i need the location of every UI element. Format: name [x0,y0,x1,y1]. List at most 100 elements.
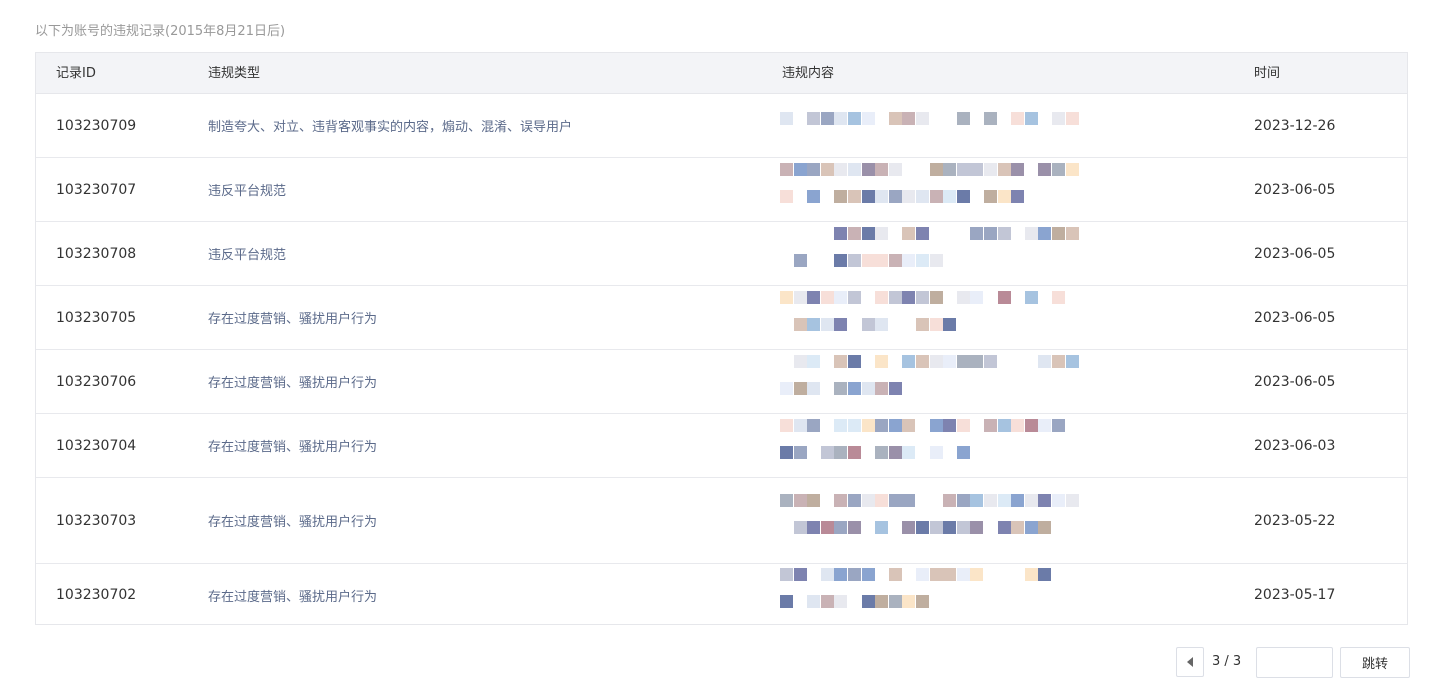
mosaic-block [970,162,984,176]
mosaic-block [970,226,984,240]
mosaic-block [888,162,902,176]
mosaic-block [1024,493,1038,507]
mosaic-block [1065,162,1079,176]
table-header: 记录ID 违规类型 违规内容 时间 [36,53,1407,94]
mosaic-block [1052,226,1065,240]
mosaic-block [820,445,834,459]
page-indicator: 3 / 3 [1212,654,1242,669]
violation-content-blurred [780,158,1080,221]
mosaic-block [929,317,943,331]
record-id: 103230708 [56,245,137,262]
mosaic-block [929,253,943,267]
mosaic-block [807,493,821,507]
mosaic-block [1024,226,1038,240]
mosaic-block [820,317,834,331]
mosaic-block [861,162,875,176]
mosaic-block [916,290,929,304]
mosaic-block [807,381,821,395]
mosaic-block [834,290,848,304]
violation-content-blurred [780,222,1080,285]
mosaic-block [875,381,889,395]
mosaic-block [943,493,957,507]
jump-button[interactable]: 跳转 [1340,647,1410,678]
mosaic-block [834,568,848,581]
mosaic-block [820,568,834,581]
mosaic-block [834,381,848,395]
mosaic-block [875,189,889,203]
mosaic-block [943,162,957,176]
mosaic-block [902,493,916,507]
mosaic-block [861,568,875,581]
mosaic-block [929,445,943,459]
mosaic-block [902,418,916,432]
mosaic-block [943,568,957,581]
table-row: 103230709 制造夸大、对立、违背客观事实的内容，煽动、混淆、误导用户 2… [36,94,1407,158]
violation-content-blurred [780,286,1080,349]
violation-content-blurred [780,350,1080,413]
record-id: 103230703 [56,512,137,529]
violation-type: 制造夸大、对立、违背客观事实的内容，煽动、混淆、误导用户 [208,120,573,135]
mosaic-block [970,493,984,507]
mosaic-block [1052,493,1065,507]
page-number-input[interactable] [1256,647,1333,678]
mosaic-block [1052,354,1065,368]
mosaic-block [1011,162,1025,176]
mosaic-block [1052,162,1065,176]
mosaic-block [848,253,861,267]
mosaic-block [1038,418,1052,432]
mosaic-block [834,253,848,267]
mosaic-block [956,290,970,304]
mosaic-block [956,445,970,459]
mosaic-block [780,445,793,459]
mosaic-block [807,520,821,534]
mosaic-block [848,226,861,240]
mosaic-block [834,226,848,240]
mosaic-block [793,253,807,267]
mosaic-block [848,381,861,395]
mosaic-block [807,112,821,125]
mosaic-block [848,354,861,368]
mosaic-block [902,290,916,304]
mosaic-block [888,568,902,581]
mosaic-block [956,189,970,203]
mosaic-block [916,189,929,203]
mosaic-block [875,253,889,267]
mosaic-block [984,493,997,507]
violation-time: 2023-05-17 [1254,587,1336,603]
mosaic-block [861,189,875,203]
mosaic-block [875,290,889,304]
prev-page-button[interactable] [1176,647,1204,677]
mosaic-block [807,290,821,304]
mosaic-block [820,290,834,304]
violation-time: 2023-06-05 [1254,245,1336,262]
violation-time: 2023-12-26 [1254,117,1336,134]
mosaic-block [875,354,889,368]
mosaic-block [875,226,889,240]
mosaic-block [888,253,902,267]
mosaic-block [902,253,916,267]
mosaic-block [916,226,929,240]
mosaic-block [1038,226,1052,240]
mosaic-block [807,595,821,608]
mosaic-block [997,290,1011,304]
mosaic-block [888,493,902,507]
mosaic-block [780,189,793,203]
mosaic-block [875,162,889,176]
mosaic-block [997,226,1011,240]
mosaic-block [848,162,861,176]
record-id: 103230707 [56,181,137,198]
mosaic-block [807,189,821,203]
violation-type: 存在过度营销、骚扰用户行为 [208,515,378,530]
record-id: 103230706 [56,373,137,390]
mosaic-block [929,162,943,176]
mosaic-block [834,595,848,608]
mosaic-block [820,162,834,176]
mosaic-block [902,520,916,534]
violation-time: 2023-06-05 [1254,309,1336,326]
header-violation-type: 违规类型 [208,66,261,81]
mosaic-block [997,493,1011,507]
mosaic-block [848,418,861,432]
mosaic-block [780,493,793,507]
mosaic-block [861,418,875,432]
mosaic-block [793,354,807,368]
